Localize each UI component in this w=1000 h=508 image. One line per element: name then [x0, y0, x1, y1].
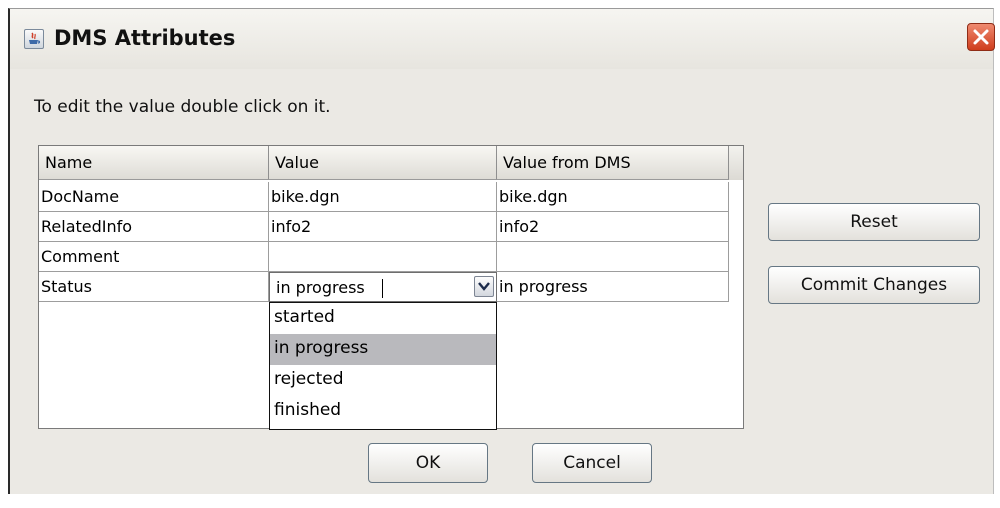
- cell-name[interactable]: Status: [39, 272, 269, 302]
- title-bar[interactable]: DMS Attributes: [10, 9, 995, 69]
- reset-button[interactable]: Reset: [768, 203, 980, 241]
- column-header-value[interactable]: Value: [269, 146, 497, 180]
- column-header-name[interactable]: Name: [39, 146, 269, 180]
- close-button[interactable]: [967, 23, 995, 51]
- status-combo-value[interactable]: in progress: [276, 278, 365, 297]
- cancel-button[interactable]: Cancel: [532, 443, 652, 483]
- status-dropdown-list: started in progress rejected finished: [269, 302, 497, 430]
- cell-value-from-dms[interactable]: bike.dgn: [497, 182, 729, 212]
- cell-value[interactable]: info2: [269, 212, 497, 242]
- instruction-text: To edit the value double click on it.: [34, 97, 331, 117]
- dms-attributes-dialog: DMS Attributes To edit the value double …: [8, 8, 995, 494]
- dropdown-option-rejected[interactable]: rejected: [270, 365, 496, 396]
- window-title: DMS Attributes: [54, 26, 236, 50]
- table-row[interactable]: RelatedInfo info2 info2: [39, 212, 729, 242]
- combo-dropdown-button[interactable]: [474, 276, 494, 297]
- column-header-value-from-dms[interactable]: Value from DMS: [497, 146, 729, 180]
- table-row[interactable]: Comment: [39, 242, 729, 272]
- cell-value[interactable]: [269, 242, 497, 272]
- close-icon: [973, 29, 989, 45]
- cell-name[interactable]: RelatedInfo: [39, 212, 269, 242]
- ok-button[interactable]: OK: [368, 443, 488, 483]
- attributes-table: Name Value Value from DMS DocName bike.d…: [38, 145, 744, 430]
- cell-value-from-dms[interactable]: [497, 242, 729, 272]
- text-caret: [382, 279, 383, 298]
- table-row[interactable]: DocName bike.dgn bike.dgn: [39, 182, 729, 212]
- commit-changes-button[interactable]: Commit Changes: [768, 266, 980, 304]
- cell-name[interactable]: Comment: [39, 242, 269, 272]
- status-combo-box[interactable]: in progress: [269, 272, 497, 302]
- dropdown-option-started[interactable]: started: [270, 303, 496, 334]
- cell-name[interactable]: DocName: [39, 182, 269, 212]
- dropdown-option-finished[interactable]: finished: [270, 396, 496, 427]
- chevron-down-icon: [478, 282, 490, 291]
- cell-value-from-dms[interactable]: info2: [497, 212, 729, 242]
- cell-value-from-dms[interactable]: in progress: [497, 272, 729, 302]
- dropdown-option-in-progress[interactable]: in progress: [270, 334, 496, 365]
- cell-value[interactable]: bike.dgn: [269, 182, 497, 212]
- java-app-icon: [24, 29, 44, 49]
